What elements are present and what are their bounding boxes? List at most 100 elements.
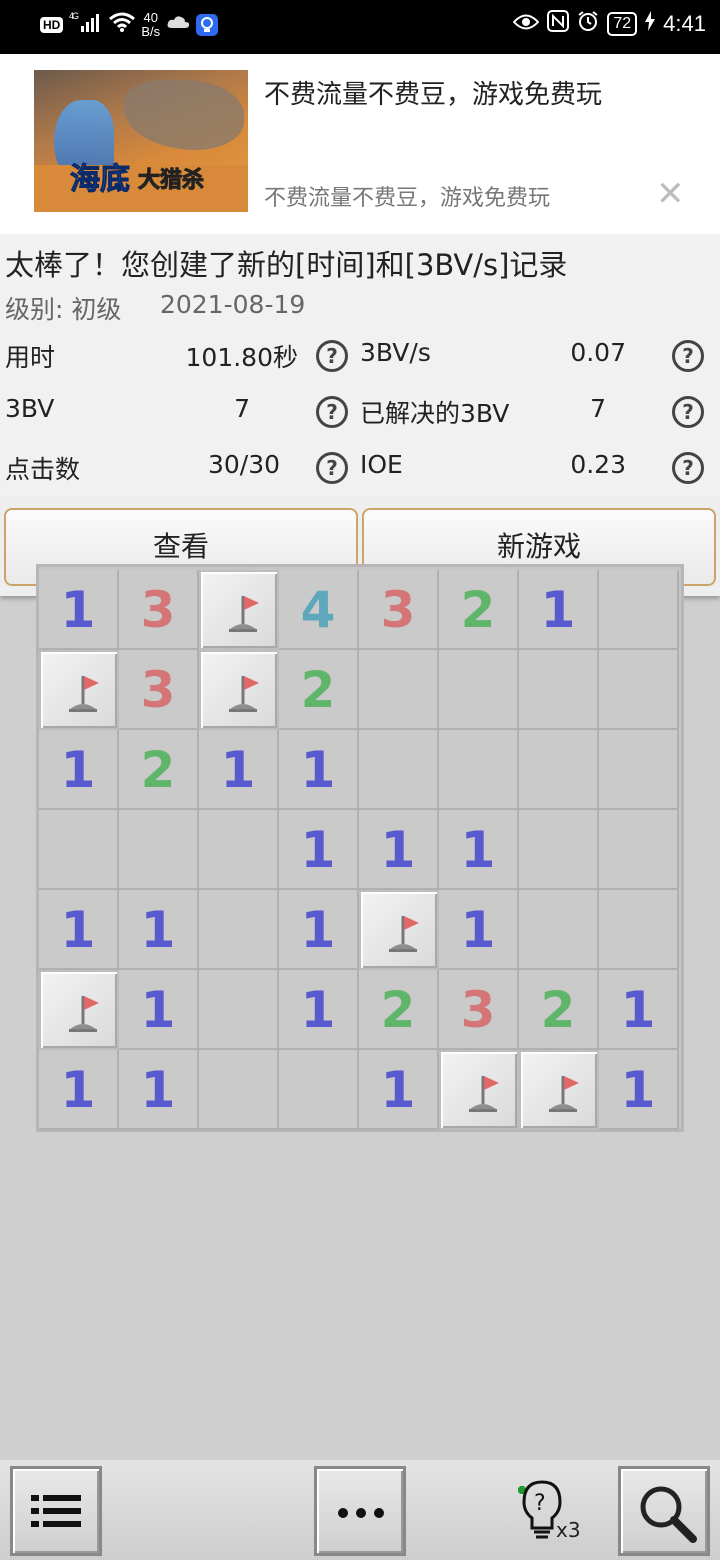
number-cell[interactable]: 2 <box>439 570 519 650</box>
svg-text:?: ? <box>534 1491 546 1516</box>
number-cell[interactable]: 2 <box>279 650 359 730</box>
empty-cell[interactable] <box>39 810 119 890</box>
number-cell[interactable]: 1 <box>119 1050 199 1130</box>
cell-number: 1 <box>620 1061 656 1119</box>
network-speed: 40 B/s <box>141 9 161 39</box>
cell-number: 1 <box>60 901 96 959</box>
number-cell[interactable]: 1 <box>359 1050 439 1130</box>
flagged-cell[interactable] <box>39 970 119 1050</box>
cell-number: 1 <box>140 1061 176 1119</box>
empty-cell[interactable] <box>199 810 279 890</box>
help-icon[interactable]: ? <box>316 396 348 428</box>
empty-cell[interactable] <box>199 890 279 970</box>
svg-text:4G: 4G <box>69 11 79 21</box>
empty-cell[interactable] <box>599 810 679 890</box>
number-cell[interactable]: 1 <box>39 730 119 810</box>
number-cell[interactable]: 2 <box>519 970 599 1050</box>
ad-close-icon[interactable]: ✕ <box>656 174 685 214</box>
cell-number: 1 <box>220 741 256 799</box>
hint-button[interactable]: ? x3 <box>506 1476 586 1556</box>
magnifier-icon <box>635 1481 699 1549</box>
number-cell[interactable]: 1 <box>39 1050 119 1130</box>
empty-cell[interactable] <box>519 730 599 810</box>
number-cell[interactable]: 1 <box>279 890 359 970</box>
stat-value: 30/30 <box>207 450 280 479</box>
stat-value: 0.07 <box>570 338 626 367</box>
charging-icon <box>645 11 656 37</box>
empty-cell[interactable] <box>119 810 199 890</box>
cell-number: 1 <box>380 821 416 879</box>
zoom-button[interactable] <box>618 1466 710 1556</box>
empty-cell[interactable] <box>359 730 439 810</box>
number-cell[interactable]: 2 <box>119 730 199 810</box>
empty-cell[interactable] <box>599 650 679 730</box>
menu-button[interactable] <box>10 1466 102 1556</box>
stat-label: 已解决的3BV <box>360 399 510 428</box>
empty-cell[interactable] <box>439 650 519 730</box>
cell-number: 3 <box>460 981 496 1039</box>
ad-image[interactable]: 海底 大猎杀 <box>34 70 248 212</box>
empty-cell[interactable] <box>279 1050 359 1130</box>
empty-cell[interactable] <box>359 650 439 730</box>
number-cell[interactable]: 1 <box>119 890 199 970</box>
ad-image-logo: 海底 <box>70 162 131 198</box>
number-cell[interactable]: 2 <box>359 970 439 1050</box>
number-cell[interactable]: 1 <box>199 730 279 810</box>
help-icon[interactable]: ? <box>316 340 348 372</box>
ad-banner[interactable]: 海底 大猎杀 不费流量不费豆，游戏免费玩 不费流量不费豆，游戏免费玩 ✕ <box>0 54 720 234</box>
number-cell[interactable]: 3 <box>119 650 199 730</box>
flagged-cell[interactable] <box>39 650 119 730</box>
number-cell[interactable]: 1 <box>39 570 119 650</box>
cell-number: 4 <box>300 581 336 639</box>
number-cell[interactable]: 1 <box>279 810 359 890</box>
flagged-cell[interactable] <box>519 1050 599 1130</box>
empty-cell[interactable] <box>599 570 679 650</box>
number-cell[interactable]: 3 <box>439 970 519 1050</box>
bottom-toolbar: ? x3 <box>0 1460 720 1560</box>
empty-cell[interactable] <box>519 890 599 970</box>
empty-cell[interactable] <box>199 1050 279 1130</box>
number-cell[interactable]: 1 <box>439 810 519 890</box>
number-cell[interactable]: 1 <box>279 970 359 1050</box>
empty-cell[interactable] <box>599 890 679 970</box>
empty-cell[interactable] <box>519 650 599 730</box>
help-icon[interactable]: ? <box>672 340 704 372</box>
flagged-cell[interactable] <box>359 890 439 970</box>
status-bar: HD 4G 40 B/s 72 4:41 <box>0 0 720 54</box>
speed-value: 40 <box>143 9 158 25</box>
number-cell[interactable]: 3 <box>119 570 199 650</box>
stat-value: 0.23 <box>570 450 626 479</box>
number-cell[interactable]: 1 <box>439 890 519 970</box>
ad-title[interactable]: 不费流量不费豆，游戏免费玩 <box>264 74 602 111</box>
cell-number: 3 <box>140 661 176 719</box>
help-icon[interactable]: ? <box>672 396 704 428</box>
speed-unit: B/s <box>141 23 161 39</box>
flagged-cell[interactable] <box>199 650 279 730</box>
number-cell[interactable]: 1 <box>599 970 679 1050</box>
number-cell[interactable]: 3 <box>359 570 439 650</box>
number-cell[interactable]: 1 <box>119 970 199 1050</box>
minesweeper-board[interactable]: 13432132121111111111123211111 <box>36 564 684 1132</box>
number-cell[interactable]: 1 <box>39 890 119 970</box>
empty-cell[interactable] <box>599 730 679 810</box>
number-cell[interactable]: 1 <box>599 1050 679 1130</box>
more-button[interactable] <box>314 1466 406 1556</box>
empty-cell[interactable] <box>519 810 599 890</box>
number-cell[interactable]: 4 <box>279 570 359 650</box>
ad-subtitle[interactable]: 不费流量不费豆，游戏免费玩 <box>264 180 550 212</box>
cell-number: 1 <box>140 981 176 1039</box>
help-icon[interactable]: ? <box>672 452 704 484</box>
cell-number: 2 <box>300 661 336 719</box>
help-icon[interactable]: ? <box>316 452 348 484</box>
eye-icon <box>513 11 540 37</box>
number-cell[interactable]: 1 <box>279 730 359 810</box>
number-cell[interactable]: 1 <box>519 570 599 650</box>
empty-cell[interactable] <box>199 970 279 1050</box>
number-cell[interactable]: 1 <box>359 810 439 890</box>
empty-cell[interactable] <box>439 730 519 810</box>
flagged-cell[interactable] <box>199 570 279 650</box>
stat-time: 用时 101.80秒 ? <box>0 338 350 378</box>
flagged-cell[interactable] <box>439 1050 519 1130</box>
signal-icon: 4G <box>69 10 103 39</box>
assistant-icon <box>196 13 219 36</box>
